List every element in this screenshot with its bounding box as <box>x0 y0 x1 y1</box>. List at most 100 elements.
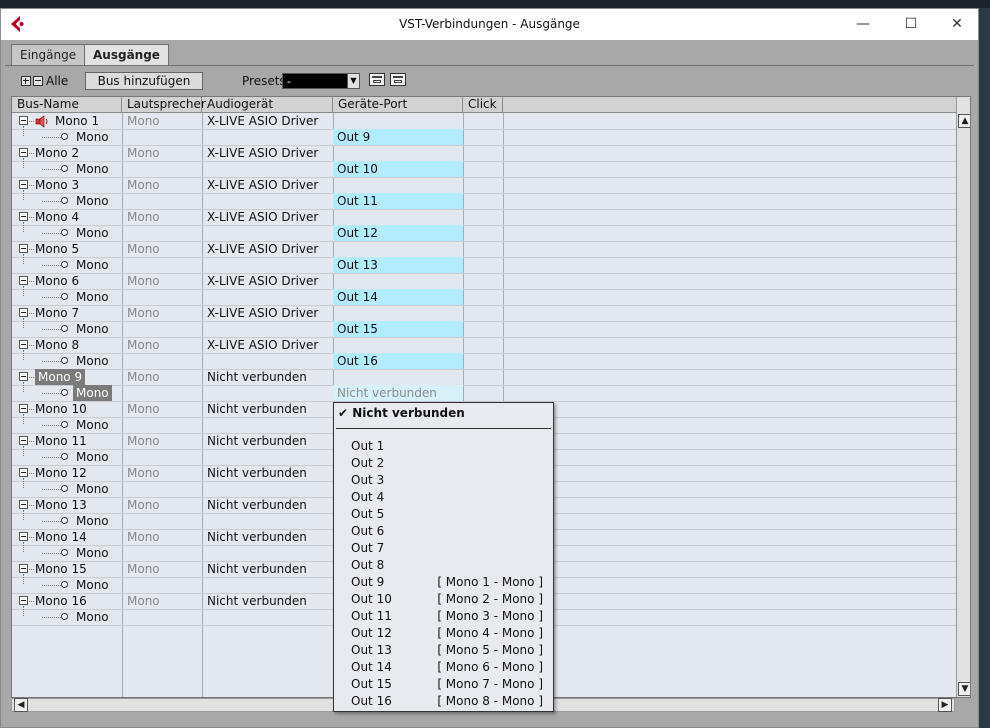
menu-item-port[interactable]: Out 4 <box>334 489 553 506</box>
device-port-cell[interactable]: Out 9 <box>333 129 463 145</box>
bus-speaker-config[interactable]: Mono <box>127 401 160 417</box>
column-header-geraete-port[interactable]: Geräte-Port <box>333 97 463 113</box>
bus-speaker-config[interactable]: Mono <box>127 305 160 321</box>
bus-name[interactable]: Mono 3 <box>35 177 79 193</box>
menu-item-port[interactable]: Out 3 <box>334 472 553 489</box>
bus-name[interactable]: Mono 16 <box>35 593 87 609</box>
bus-name[interactable]: Mono 5 <box>35 241 79 257</box>
channel-name[interactable]: Mono <box>73 385 112 401</box>
collapse-icon[interactable] <box>19 212 28 221</box>
device-port-cell[interactable]: Out 10 <box>333 161 463 177</box>
menu-item-port[interactable]: Out 14 [ Mono 6 - Mono ] <box>334 659 553 676</box>
bus-audio-device[interactable]: Nicht verbunden <box>207 529 307 545</box>
bus-name[interactable]: Mono 12 <box>35 465 87 481</box>
channel-name[interactable]: Mono <box>76 353 109 369</box>
bus-name[interactable]: Mono 6 <box>35 273 79 289</box>
collapse-icon[interactable] <box>19 468 28 477</box>
bus-audio-device[interactable]: X-LIVE ASIO Driver <box>207 177 318 193</box>
bus-name[interactable]: Mono 13 <box>35 497 87 513</box>
device-port-cell[interactable]: Out 14 <box>333 289 463 305</box>
channel-name[interactable]: Mono <box>76 225 109 241</box>
channel-name[interactable]: Mono <box>76 161 109 177</box>
bus-speaker-config[interactable]: Mono <box>127 113 160 129</box>
collapse-icon[interactable] <box>19 500 28 509</box>
bus-audio-device[interactable]: X-LIVE ASIO Driver <box>207 145 318 161</box>
device-port-cell[interactable]: Out 13 <box>333 257 463 273</box>
bus-audio-device[interactable]: X-LIVE ASIO Driver <box>207 241 318 257</box>
minimize-button[interactable]: — <box>848 13 878 35</box>
collapse-icon[interactable] <box>19 372 28 381</box>
column-header-click[interactable]: Click <box>463 97 503 113</box>
device-port-cell[interactable]: Out 11 <box>333 193 463 209</box>
bus-name[interactable]: Mono 7 <box>35 305 79 321</box>
bus-speaker-config[interactable]: Mono <box>127 497 160 513</box>
collapse-icon[interactable] <box>19 532 28 541</box>
bus-speaker-config[interactable]: Mono <box>127 465 160 481</box>
device-port-cell[interactable]: Out 16 <box>333 353 463 369</box>
menu-item-port[interactable]: Out 12 [ Mono 4 - Mono ] <box>334 625 553 642</box>
bus-audio-device[interactable]: Nicht verbunden <box>207 561 307 577</box>
column-header-bus-name[interactable]: Bus-Name <box>12 97 122 113</box>
close-button[interactable]: ✕ <box>942 13 972 35</box>
delete-preset-icon[interactable] <box>390 73 406 86</box>
menu-item-port[interactable]: Out 6 <box>334 523 553 540</box>
expand-all-icon[interactable] <box>21 76 31 86</box>
bus-speaker-config[interactable]: Mono <box>127 177 160 193</box>
menu-item-port[interactable]: Out 11 [ Mono 3 - Mono ] <box>334 608 553 625</box>
channel-name[interactable]: Mono <box>76 481 109 497</box>
bus-speaker-config[interactable]: Mono <box>127 433 160 449</box>
channel-name[interactable]: Mono <box>76 609 109 625</box>
channel-name[interactable]: Mono <box>76 513 109 529</box>
tab-ausgaenge[interactable]: Ausgänge <box>84 44 169 66</box>
maximize-button[interactable]: ☐ <box>896 13 926 35</box>
device-port-cell[interactable]: Nicht verbunden <box>333 385 463 401</box>
channel-name[interactable]: Mono <box>76 321 109 337</box>
scroll-right-icon[interactable]: ▶ <box>938 698 952 712</box>
collapse-icon[interactable] <box>19 436 28 445</box>
title-bar[interactable]: VST-Verbindungen - Ausgänge — ☐ ✕ <box>1 9 978 40</box>
vertical-scrollbar[interactable]: ▲ ▼ <box>956 97 970 697</box>
bus-name[interactable]: Mono 10 <box>35 401 87 417</box>
channel-name[interactable]: Mono <box>76 545 109 561</box>
bus-speaker-config[interactable]: Mono <box>127 145 160 161</box>
bus-audio-device[interactable]: Nicht verbunden <box>207 401 307 417</box>
menu-item-port[interactable]: Out 5 <box>334 506 553 523</box>
menu-item-port[interactable]: Out 15 [ Mono 7 - Mono ] <box>334 676 553 693</box>
channel-name[interactable]: Mono <box>76 257 109 273</box>
bus-name[interactable]: Mono 11 <box>35 433 87 449</box>
channel-name[interactable]: Mono <box>76 449 109 465</box>
scroll-up-icon[interactable]: ▲ <box>958 114 970 128</box>
tab-eingaenge[interactable]: Eingänge <box>11 44 86 65</box>
bus-audio-device[interactable]: Nicht verbunden <box>207 593 307 609</box>
collapse-icon[interactable] <box>19 404 28 413</box>
channel-name[interactable]: Mono <box>76 577 109 593</box>
device-port-cell[interactable]: Out 12 <box>333 225 463 241</box>
bus-name[interactable]: Mono 14 <box>35 529 87 545</box>
bus-audio-device[interactable]: X-LIVE ASIO Driver <box>207 337 318 353</box>
column-header-audiogeraet[interactable]: Audiogerät <box>202 97 333 113</box>
scroll-down-icon[interactable]: ▼ <box>958 682 970 696</box>
bus-audio-device[interactable]: X-LIVE ASIO Driver <box>207 209 318 225</box>
menu-item-port[interactable]: Out 16 [ Mono 8 - Mono ] <box>334 693 553 710</box>
bus-speaker-config[interactable]: Mono <box>127 241 160 257</box>
bus-name[interactable]: Mono 15 <box>35 561 87 577</box>
bus-audio-device[interactable]: Nicht verbunden <box>207 497 307 513</box>
collapse-icon[interactable] <box>19 596 28 605</box>
bus-audio-device[interactable]: Nicht verbunden <box>207 433 307 449</box>
collapse-icon[interactable] <box>19 276 28 285</box>
collapse-icon[interactable] <box>19 244 28 253</box>
column-header-lautsprecher[interactable]: Lautsprecher <box>122 97 206 113</box>
channel-name[interactable]: Mono <box>76 417 109 433</box>
menu-item-port[interactable]: Out 8 <box>334 557 553 574</box>
channel-name[interactable]: Mono <box>76 193 109 209</box>
bus-audio-device[interactable]: X-LIVE ASIO Driver <box>207 305 318 321</box>
menu-item-port[interactable]: Out 13 [ Mono 5 - Mono ] <box>334 642 553 659</box>
channel-name[interactable]: Mono <box>76 129 109 145</box>
bus-speaker-config[interactable]: Mono <box>127 337 160 353</box>
bus-speaker-config[interactable]: Mono <box>127 593 160 609</box>
bus-speaker-config[interactable]: Mono <box>127 561 160 577</box>
bus-name[interactable]: Mono 9 <box>35 369 86 385</box>
collapse-all-icon[interactable] <box>33 76 43 86</box>
bus-audio-device[interactable]: X-LIVE ASIO Driver <box>207 113 318 129</box>
scroll-left-icon[interactable]: ◀ <box>14 698 28 712</box>
